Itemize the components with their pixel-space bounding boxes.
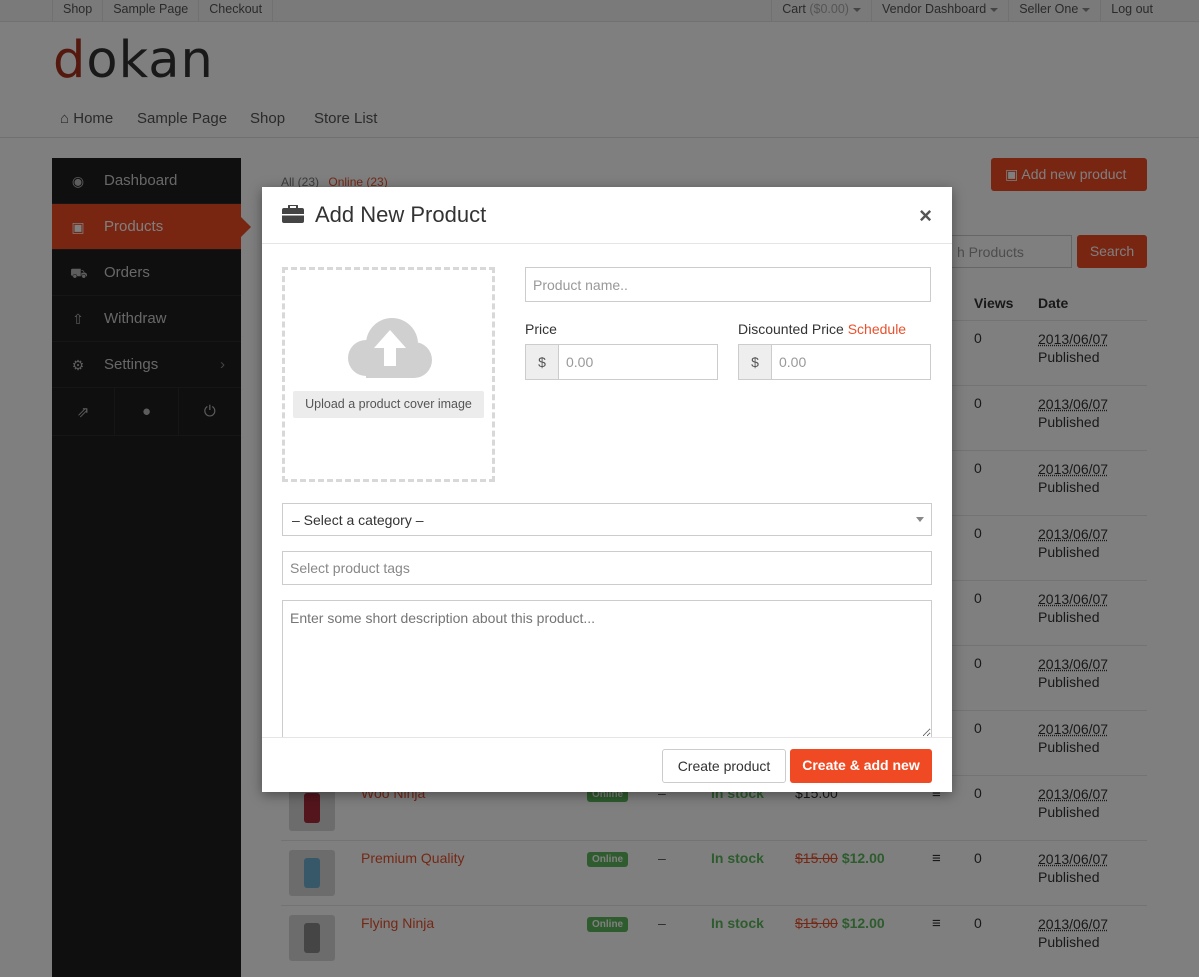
upload-cover-image-button[interactable]: Upload a product cover image: [293, 391, 484, 418]
product-tags-input[interactable]: Select product tags: [282, 551, 932, 585]
product-name-input[interactable]: Product name..: [525, 267, 931, 302]
discounted-price-text: Discounted Price: [738, 321, 844, 337]
modal-title: Add New Product: [315, 202, 487, 227]
add-product-modal: Add New Product × Upload a product cover…: [262, 187, 952, 792]
short-description-textarea[interactable]: [282, 600, 932, 738]
schedule-link[interactable]: Schedule: [848, 321, 906, 337]
currency-addon: $: [525, 344, 559, 380]
price-input[interactable]: 0.00: [558, 344, 718, 380]
currency-addon: $: [738, 344, 772, 380]
briefcase-icon: [282, 205, 304, 223]
create-and-add-new-button[interactable]: Create & add new: [790, 749, 932, 783]
cloud-upload-icon: [348, 318, 432, 378]
modal-header: Add New Product ×: [262, 187, 952, 244]
close-icon[interactable]: ×: [919, 205, 932, 227]
price-label: Price: [525, 321, 557, 337]
discounted-price-label: Discounted Price Schedule: [738, 321, 906, 337]
cover-image-dropzone[interactable]: Upload a product cover image: [282, 267, 495, 482]
discounted-price-input[interactable]: 0.00: [771, 344, 931, 380]
modal-footer: Create product Create & add new: [262, 737, 952, 792]
caret-down-icon: [916, 517, 924, 522]
category-selected-value: – Select a category –: [292, 512, 424, 528]
category-select[interactable]: – Select a category –: [282, 503, 932, 536]
create-product-button[interactable]: Create product: [662, 749, 786, 783]
